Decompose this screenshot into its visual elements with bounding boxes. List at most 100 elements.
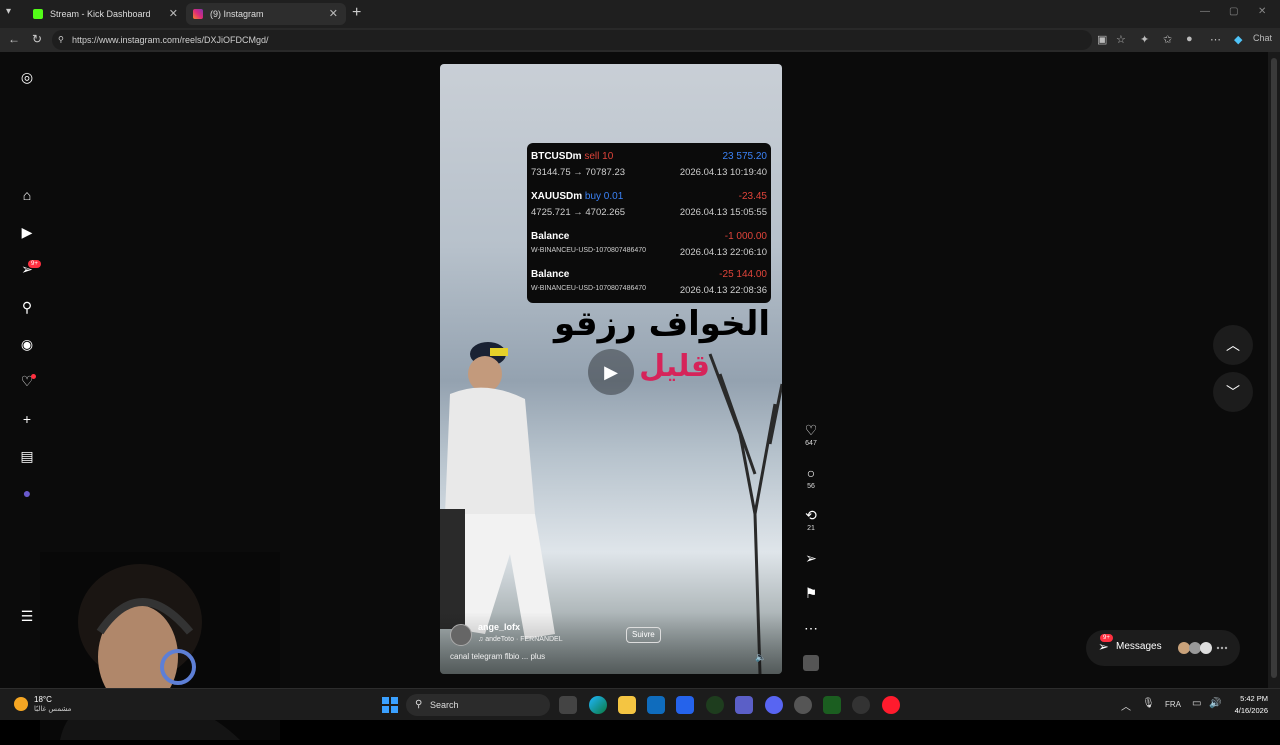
tab-kick-dashboard[interactable]: Stream - Kick Dashboard ✕ — [26, 3, 186, 25]
comment-count: 56 — [807, 483, 815, 490]
create-plus-icon[interactable]: + — [17, 409, 37, 429]
site-info-icon[interactable]: ⚲ — [58, 30, 64, 50]
outlook-icon[interactable] — [647, 696, 665, 714]
sun-icon — [14, 697, 28, 711]
audio-cover-image[interactable] — [803, 655, 819, 671]
repost-action[interactable]: ⟲ 21 — [800, 507, 822, 532]
overlay-title: الخواف رزقو — [554, 304, 770, 344]
more-options[interactable]: ⋯ — [800, 620, 822, 636]
trade-pnl: -1 000.00 — [724, 231, 767, 242]
messages-button[interactable]: ➢ 9+ Messages — [1086, 630, 1240, 666]
comment-bubble-icon[interactable]: ○ — [800, 465, 822, 481]
chat-label[interactable]: Chat — [1253, 33, 1272, 43]
trade-date: 2026.04.13 10:19:40 — [679, 167, 767, 178]
next-reel-chevron-down-icon[interactable]: ﹀ — [1213, 372, 1253, 412]
profile-avatar-icon[interactable]: ● — [1186, 33, 1193, 45]
kick-icon — [33, 9, 43, 19]
discord-icon[interactable] — [765, 696, 783, 714]
instagram-logo-icon[interactable]: ◎ — [17, 67, 37, 87]
like-count: 647 — [805, 440, 817, 447]
trade-pnl: 23 575.20 — [722, 151, 768, 162]
trade-action: sell 10 — [584, 151, 614, 162]
scrollbar-thumb[interactable] — [1271, 58, 1277, 678]
trade-symbol: Balance — [531, 231, 570, 242]
comment-action[interactable]: ○ 56 — [800, 465, 822, 490]
notification-badge: 9+ — [28, 260, 41, 268]
more-menu-icon[interactable]: ⋯ — [1210, 33, 1221, 46]
bookmark-icon[interactable]: ⚑ — [800, 585, 822, 601]
home-icon[interactable]: ⌂ — [17, 185, 37, 205]
creator-username[interactable]: ange_lofx — [478, 622, 520, 632]
extensions-icon[interactable]: ✦ — [1140, 33, 1149, 46]
task-view-icon[interactable] — [559, 696, 577, 714]
close-window-icon[interactable]: ✕ — [1258, 6, 1266, 17]
repost-icon[interactable]: ⟲ — [800, 507, 822, 523]
speaker-icon[interactable]: 🔊 — [1209, 698, 1221, 709]
tab-instagram[interactable]: (9) Instagram ✕ — [186, 3, 346, 25]
microphone-icon[interactable]: 🎙 — [1142, 698, 1155, 709]
favorite-star-icon[interactable]: ☆ — [1116, 33, 1126, 46]
audio-track[interactable]: ♫ andeToto · FERNANDEL — [478, 636, 563, 643]
store-icon[interactable] — [676, 696, 694, 714]
display-icon[interactable]: ▭ — [1192, 698, 1201, 709]
clock-date: 4/16/2026 — [1234, 706, 1268, 715]
maximize-icon[interactable]: ▢ — [1229, 6, 1238, 17]
close-tab-icon[interactable]: ✕ — [329, 3, 338, 25]
settings-gear-icon[interactable] — [794, 696, 812, 714]
tab-list-chevron-icon[interactable]: ▾ — [6, 6, 11, 17]
trade-prices: 73144.75 → 70787.23 — [531, 167, 626, 178]
trade-row: XAUUSDm buy 0.01 -23.45 4725.721 → 4702.26… — [531, 191, 767, 225]
share-action[interactable]: ➢ — [800, 550, 822, 566]
new-tab-plus-icon[interactable]: + — [352, 4, 361, 22]
close-tab-icon[interactable]: ✕ — [169, 3, 178, 25]
tab-title: Stream - Kick Dashboard — [50, 9, 151, 19]
reload-icon[interactable]: ↻ — [32, 32, 42, 46]
xbox-icon[interactable] — [706, 696, 724, 714]
reel-video[interactable]: BTCUSDm sell 10 23 575.20 73144.75 → 70787… — [440, 64, 782, 674]
url-text: https://www.instagram.com/reels/DXJiOFDC… — [72, 35, 269, 45]
profile-avatar[interactable]: ● — [17, 483, 37, 503]
follow-button[interactable]: Suivre — [626, 627, 661, 643]
page-scrollbar[interactable] — [1268, 52, 1280, 688]
windows-start-icon[interactable] — [382, 697, 398, 713]
tray-chevron-up-icon[interactable]: ︿ — [1121, 698, 1131, 713]
save-action[interactable]: ⚑ — [800, 585, 822, 601]
explore-compass-icon[interactable]: ◉ — [17, 334, 37, 354]
instagram-icon — [193, 9, 203, 19]
split-view-icon[interactable]: ▣ — [1097, 33, 1107, 46]
favorites-icon[interactable]: ✩ — [1163, 33, 1172, 46]
share-paper-plane-icon[interactable]: ➢ — [800, 550, 822, 566]
taskbar-search[interactable]: ⚲ Search — [406, 694, 550, 716]
url-field[interactable]: ⚲ https://www.instagram.com/reels/DXJiOF… — [52, 30, 1092, 50]
like-heart-icon[interactable]: ♡ — [800, 422, 822, 438]
copilot-icon[interactable]: ◆ — [1234, 33, 1242, 46]
reel-caption[interactable]: canal telegram flbio ... plus — [450, 652, 545, 661]
clock[interactable]: 5:42 PM 4/16/2026 — [1228, 693, 1268, 717]
obs-icon[interactable] — [852, 696, 870, 714]
opera-icon[interactable] — [882, 696, 900, 714]
audio-title: andeToto · FERNANDEL — [485, 636, 563, 643]
more-dots-icon[interactable]: ⋯ — [800, 620, 822, 636]
terminal-icon[interactable] — [823, 696, 841, 714]
audio-thumbnail[interactable] — [800, 655, 822, 671]
address-toolbar: ← ↻ ⚲ https://www.instagram.com/reels/DX… — [0, 28, 1280, 52]
search-icon[interactable]: ⚲ — [17, 297, 37, 317]
back-arrow-icon[interactable]: ← — [8, 32, 20, 46]
like-action[interactable]: ♡ 647 — [800, 422, 822, 447]
browser-tab-bar: ▾ Stream - Kick Dashboard ✕ (9) Instagra… — [0, 0, 1280, 28]
language-indicator[interactable]: FRA — [1165, 700, 1181, 709]
volume-icon[interactable]: 🔈 — [755, 652, 766, 663]
reels-icon[interactable]: ▶ — [17, 222, 37, 242]
edge-icon[interactable] — [589, 696, 607, 714]
minimize-icon[interactable]: — — [1200, 6, 1210, 17]
trade-prices: 4725.721 → 4702.265 — [531, 207, 626, 218]
play-button[interactable]: ▶ — [588, 349, 634, 395]
more-menu-icon[interactable]: ☰ — [17, 606, 37, 626]
file-explorer-icon[interactable] — [618, 696, 636, 714]
creator-avatar[interactable] — [450, 624, 472, 646]
dashboard-icon[interactable]: ▤ — [17, 446, 37, 466]
trade-symbol: Balance — [531, 269, 570, 280]
teams-icon[interactable] — [735, 696, 753, 714]
trade-action: buy 0.01 — [584, 191, 624, 202]
previous-reel-chevron-up-icon[interactable]: ︿ — [1213, 325, 1253, 365]
